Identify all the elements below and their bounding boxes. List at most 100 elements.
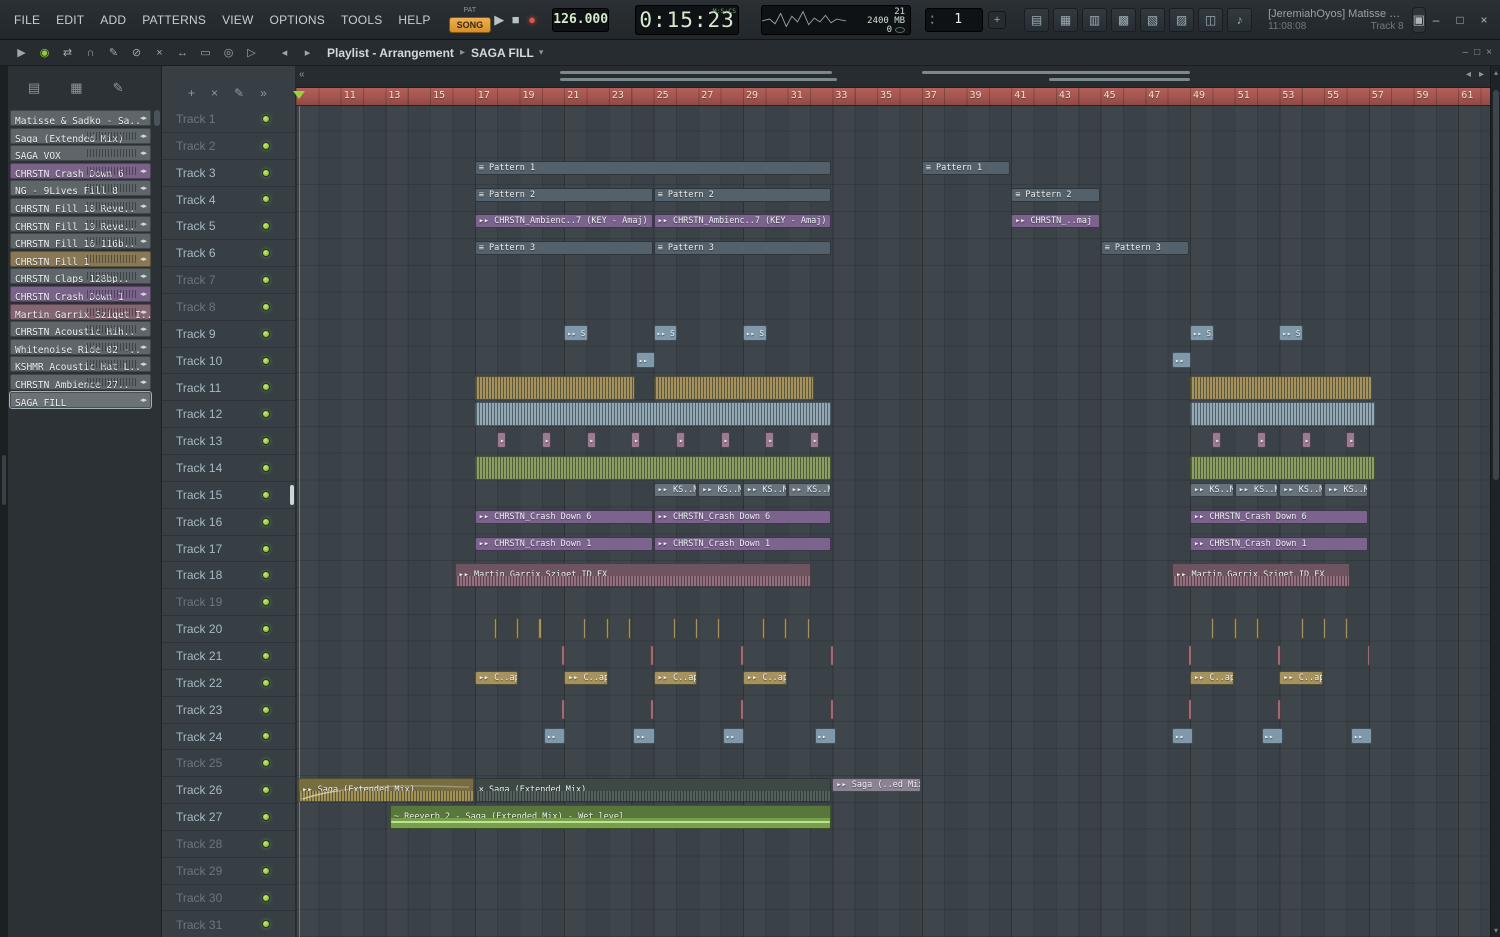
browser-item[interactable]: CHRSTN_Fill 18_Reve.. ◂▸ bbox=[10, 197, 151, 214]
track-header[interactable]: Track 2 bbox=[162, 133, 295, 160]
song-mode-button[interactable]: SONG bbox=[448, 17, 492, 33]
browser-item[interactable]: Matisse & Sadko - Sa.. ◂▸ bbox=[10, 110, 151, 126]
scroll-right-icon[interactable]: ▸ bbox=[1479, 69, 1484, 80]
playlist-clip[interactable]: ▸▸ KS..M bbox=[1279, 482, 1324, 497]
browser-item[interactable]: Saga (Extended Mix) ◂▸ bbox=[10, 127, 151, 144]
menu-add[interactable]: ADD bbox=[92, 0, 134, 40]
scroll-down-icon[interactable]: ▾ bbox=[1491, 926, 1500, 935]
maximize-button[interactable]: □ bbox=[1450, 10, 1470, 30]
browser-item[interactable]: Whitenoise_Ride 02 -.. ◂▸ bbox=[10, 338, 151, 355]
delete-track-icon[interactable]: × bbox=[211, 86, 218, 106]
menu-options[interactable]: OPTIONS bbox=[262, 0, 333, 40]
track-header[interactable]: Track 29 bbox=[162, 858, 295, 885]
browser-item[interactable]: CHRSTN_Fill 1 ◂▸ bbox=[10, 250, 151, 267]
browser-item[interactable]: CHRSTN_Crash Down 1 ◂▸ bbox=[10, 285, 151, 302]
playlist-clip[interactable]: ▸▸ bbox=[814, 727, 836, 744]
playlist-clip[interactable]: ≡ Pattern 3 bbox=[474, 241, 653, 256]
picker-scroll-thumb[interactable] bbox=[154, 110, 160, 126]
playlist-clip[interactable] bbox=[1322, 618, 1326, 640]
track-header[interactable]: Track 22 bbox=[162, 670, 295, 697]
track-header[interactable]: Track 12 bbox=[162, 401, 295, 429]
panel-maximize-button[interactable]: □ bbox=[1474, 47, 1480, 58]
playlist-clip[interactable]: ▸▸ CHRSTN_Crash Down 6 bbox=[1190, 509, 1368, 524]
playlist-clip[interactable]: ▸▸ CHRSTN_Crash Down 1 bbox=[474, 536, 653, 551]
edit-icon[interactable]: ✎ bbox=[113, 80, 124, 108]
playlist-clip[interactable]: ▸▸ S.. bbox=[564, 324, 588, 341]
playlist-clip[interactable]: ▸ bbox=[1301, 432, 1311, 449]
playlist-clip[interactable] bbox=[474, 375, 635, 400]
playlist-clip[interactable]: ▸▸ KS..M bbox=[698, 482, 742, 497]
playlist-clip[interactable] bbox=[1187, 645, 1192, 666]
playlist-clip[interactable]: ▸▸ KS..M bbox=[743, 482, 787, 497]
track-enable-dot[interactable] bbox=[262, 490, 270, 499]
menu-help[interactable]: HELP bbox=[390, 0, 438, 40]
playlist-clip[interactable] bbox=[653, 375, 814, 400]
track-header[interactable]: Track 1 bbox=[162, 106, 295, 133]
track-header[interactable]: Track 19 bbox=[162, 589, 295, 617]
playlist-clip[interactable]: ▸▸ bbox=[635, 351, 655, 368]
track-header[interactable]: Track 7 bbox=[162, 267, 295, 294]
track-header[interactable]: Track 15 bbox=[162, 482, 295, 509]
track-header[interactable]: Track 9 bbox=[162, 321, 295, 348]
zoom-tool-icon[interactable]: ◎ bbox=[218, 43, 239, 63]
playlist-clip[interactable] bbox=[650, 698, 655, 720]
browser-item[interactable]: CHRSTN_Ambience 27.. ◂▸ bbox=[10, 373, 151, 390]
track-enable-dot[interactable] bbox=[262, 813, 270, 822]
pattern-number[interactable]: 1 bbox=[938, 12, 978, 27]
mute-tool-icon[interactable]: × bbox=[149, 43, 170, 63]
playlist-clip[interactable] bbox=[1190, 375, 1373, 400]
track-header[interactable]: Track 23 bbox=[162, 697, 295, 724]
playlist-clip[interactable]: ▸ bbox=[1346, 432, 1356, 449]
track-enable-dot[interactable] bbox=[262, 786, 270, 795]
browser-item[interactable]: CHRSTN_Crash Down 6 ◂▸ bbox=[10, 162, 151, 179]
playlist-clip[interactable]: ▸▸ Saga (Extended Mix) bbox=[298, 778, 474, 803]
playlist-clip[interactable] bbox=[583, 618, 587, 640]
touch-keyboard-icon[interactable]: ▤ bbox=[1024, 7, 1050, 32]
playlist-clip[interactable]: ▸ bbox=[810, 432, 820, 449]
playlist-clip[interactable]: ▸▸ bbox=[1172, 727, 1194, 744]
playlist-clip[interactable]: ▸▸ bbox=[544, 727, 566, 744]
track-header[interactable]: Track 4 bbox=[162, 187, 295, 214]
playlist-overview-scrollbar[interactable]: « ◂ ▸ bbox=[296, 66, 1490, 88]
playlist-clip[interactable]: ▸▸ KS..M bbox=[1190, 482, 1234, 497]
playlist-clip[interactable]: ≡ Pattern 1 bbox=[474, 160, 832, 175]
playlist-clip[interactable] bbox=[538, 618, 542, 640]
track-header[interactable]: Track 13 bbox=[162, 428, 295, 456]
playlist-clip[interactable]: ▸ bbox=[1257, 432, 1267, 449]
browser-item[interactable]: CHRSTN_Fill 16_116b.. ◂▸ bbox=[10, 233, 151, 250]
browser-item[interactable]: SAGA FILL ◂▸ bbox=[9, 390, 152, 409]
rack-icon[interactable]: ▦ bbox=[70, 80, 82, 108]
playlist-clip[interactable] bbox=[1345, 618, 1349, 640]
chevron-down-icon[interactable]: ▾ bbox=[539, 47, 544, 58]
track-enable-dot[interactable] bbox=[262, 517, 270, 526]
playlist-clip[interactable]: ▸▸ C..ap bbox=[1279, 670, 1324, 685]
playhead-marker[interactable] bbox=[293, 91, 305, 99]
playlist-clip[interactable] bbox=[672, 618, 676, 640]
playlist-clip[interactable]: ▸▸ C..ap bbox=[564, 670, 608, 685]
playlist-clip[interactable]: ▸▸ C..ap bbox=[1190, 670, 1234, 685]
browser-icon[interactable]: ▨ bbox=[1169, 7, 1195, 32]
playlist-clip[interactable]: ▸▸ S.. bbox=[1190, 324, 1214, 341]
cart-icon[interactable]: ▣ bbox=[1411, 6, 1426, 33]
playlist-clip[interactable]: ≡ Pattern 2 bbox=[474, 187, 653, 202]
playlist-clip[interactable] bbox=[1277, 645, 1282, 666]
track-header[interactable]: Track 11 bbox=[162, 375, 295, 402]
track-enable-dot[interactable] bbox=[262, 678, 270, 687]
slide-tool-icon[interactable]: ⇄ bbox=[57, 43, 78, 63]
track-enable-dot[interactable] bbox=[262, 571, 270, 580]
track-header[interactable]: Track 3 bbox=[162, 160, 295, 187]
track-enable-dot[interactable] bbox=[262, 544, 270, 553]
playlist-clip[interactable]: ▸▸ KS..M bbox=[653, 482, 698, 497]
track-enable-dot[interactable] bbox=[262, 141, 270, 150]
track-header[interactable]: Track 26 bbox=[162, 777, 295, 805]
playlist-clip[interactable]: ▸▸ C..ap bbox=[474, 670, 519, 685]
playlist-clip[interactable] bbox=[694, 618, 698, 640]
playlist-clip[interactable]: ▸▸ bbox=[1172, 351, 1192, 368]
playlist-clip[interactable] bbox=[627, 618, 631, 640]
playlist-clip[interactable]: ≡ Pattern 2 bbox=[653, 187, 832, 202]
menu-view[interactable]: VIEW bbox=[214, 0, 261, 40]
playlist-clip[interactable]: ▸▸ S.. bbox=[743, 324, 767, 341]
track-header[interactable]: Track 16 bbox=[162, 509, 295, 536]
track-header[interactable]: Track 17 bbox=[162, 536, 295, 563]
playlist-clip[interactable] bbox=[829, 698, 834, 720]
